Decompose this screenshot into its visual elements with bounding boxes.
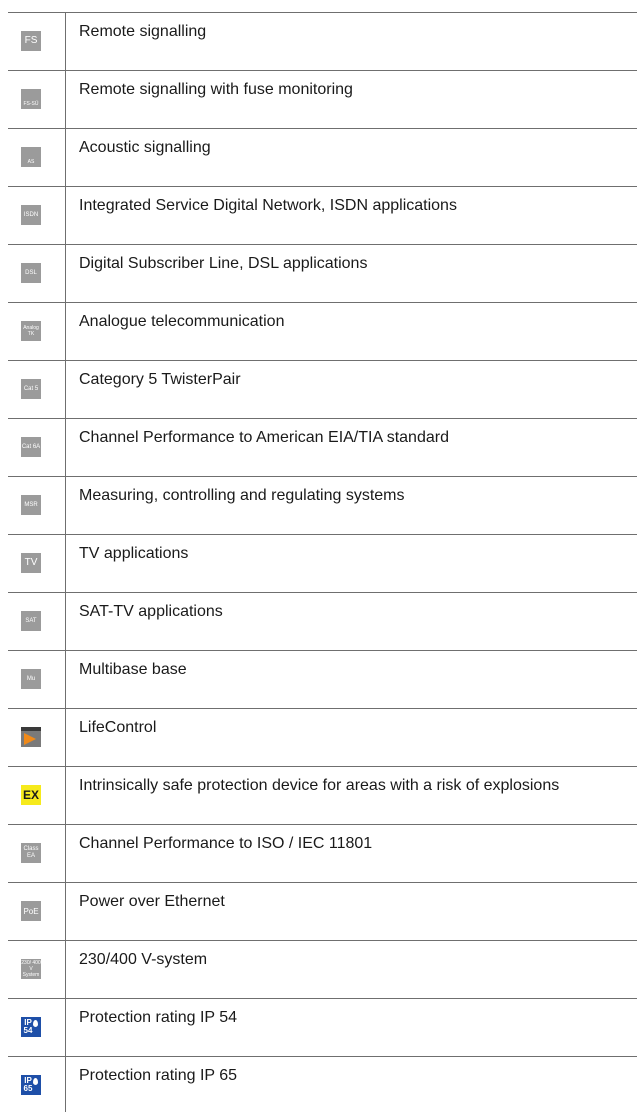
poe-icon: PoE [21,901,41,921]
legend-label: Category 5 TwisterPair [79,371,241,388]
water-drop-icon [33,1078,38,1085]
dsl-icon: DSL [21,263,41,283]
legend-row-tv: TV TV applications [8,534,637,592]
legend-label: Protection rating IP 54 [79,1009,238,1026]
legend-row-ex: EX Intrinsically safe protection device … [8,766,637,824]
fs-icon: FS [21,31,41,51]
ex-icon: EX [21,785,41,805]
legend-label: 230/400 V-system [79,951,208,968]
mu-icon: Mu [21,669,41,689]
msr-icon: MSR [21,495,41,515]
legend-row-sat: SAT SAT-TV applications [8,592,637,650]
legend-label: Integrated Service Digital Network, ISDN… [79,197,457,214]
legend-row-mu: Mu Multibase base [8,650,637,708]
legend-label: Protection rating IP 65 [79,1067,238,1084]
legend-row-cat6a: Cat 6A Channel Performance to American E… [8,418,637,476]
legend-label: SAT-TV applications [79,603,223,620]
class-ea-icon: Class EA [21,843,41,863]
legend-row-ip65: IP 65 Protection rating IP 65 [8,1056,637,1112]
legend-row-ip54: IP 54 Protection rating IP 54 [8,998,637,1056]
legend-label: Channel Performance to American EIA/TIA … [79,429,449,446]
legend-row-analog-tk: Analog TK Analogue telecommunication [8,302,637,360]
ip54-icon: IP 54 [21,1017,41,1037]
legend-label: Channel Performance to ISO / IEC 11801 [79,835,373,852]
analog-tk-icon: Analog TK [21,321,41,341]
legend-row-cat5: Cat 5 Category 5 TwisterPair [8,360,637,418]
legend-row-230-400v: 230/ 400 V System 230/400 V-system [8,940,637,998]
legend-label: Multibase base [79,661,187,678]
legend-label: TV applications [79,545,189,562]
water-drop-icon [33,1020,38,1027]
cat6a-icon: Cat 6A [21,437,41,457]
isdn-icon: ISDN [21,205,41,225]
legend-row-fs: FS Remote signalling [8,12,637,70]
ip65-icon: IP 65 [21,1075,41,1095]
legend-row-isdn: ISDN Integrated Service Digital Network,… [8,186,637,244]
legend-label: Remote signalling [79,23,207,40]
legend-row-lifecontrol: LifeControl [8,708,637,766]
cat5-icon: Cat 5 [21,379,41,399]
lifecontrol-icon [21,727,41,747]
legend-row-poe: PoE Power over Ethernet [8,882,637,940]
legend-row-dsl: DSL Digital Subscriber Line, DSL applica… [8,244,637,302]
sat-icon: SAT [21,611,41,631]
fs-su-icon: FS-SÜ [21,89,41,109]
legend-row-class-ea: Class EA Channel Performance to ISO / IE… [8,824,637,882]
acoustic-icon: AS [21,147,41,167]
symbol-legend-table: FS Remote signalling FS-SÜ Remote signal… [8,12,637,1112]
legend-row-as: AS Acoustic signalling [8,128,637,186]
legend-row-msr: MSR Measuring, controlling and regulatin… [8,476,637,534]
legend-label: Analogue telecommunication [79,313,285,330]
legend-label: Remote signalling with fuse monitoring [79,81,353,98]
legend-label: Intrinsically safe protection device for… [79,777,560,794]
voltage-system-icon: 230/ 400 V System [21,959,41,979]
legend-label: LifeControl [79,719,157,736]
legend-label: Acoustic signalling [79,139,211,156]
legend-label: Digital Subscriber Line, DSL application… [79,255,368,272]
tv-icon: TV [21,553,41,573]
legend-label: Measuring, controlling and regulating sy… [79,487,405,504]
legend-label: Power over Ethernet [79,893,225,910]
legend-row-fs-su: FS-SÜ Remote signalling with fuse monito… [8,70,637,128]
